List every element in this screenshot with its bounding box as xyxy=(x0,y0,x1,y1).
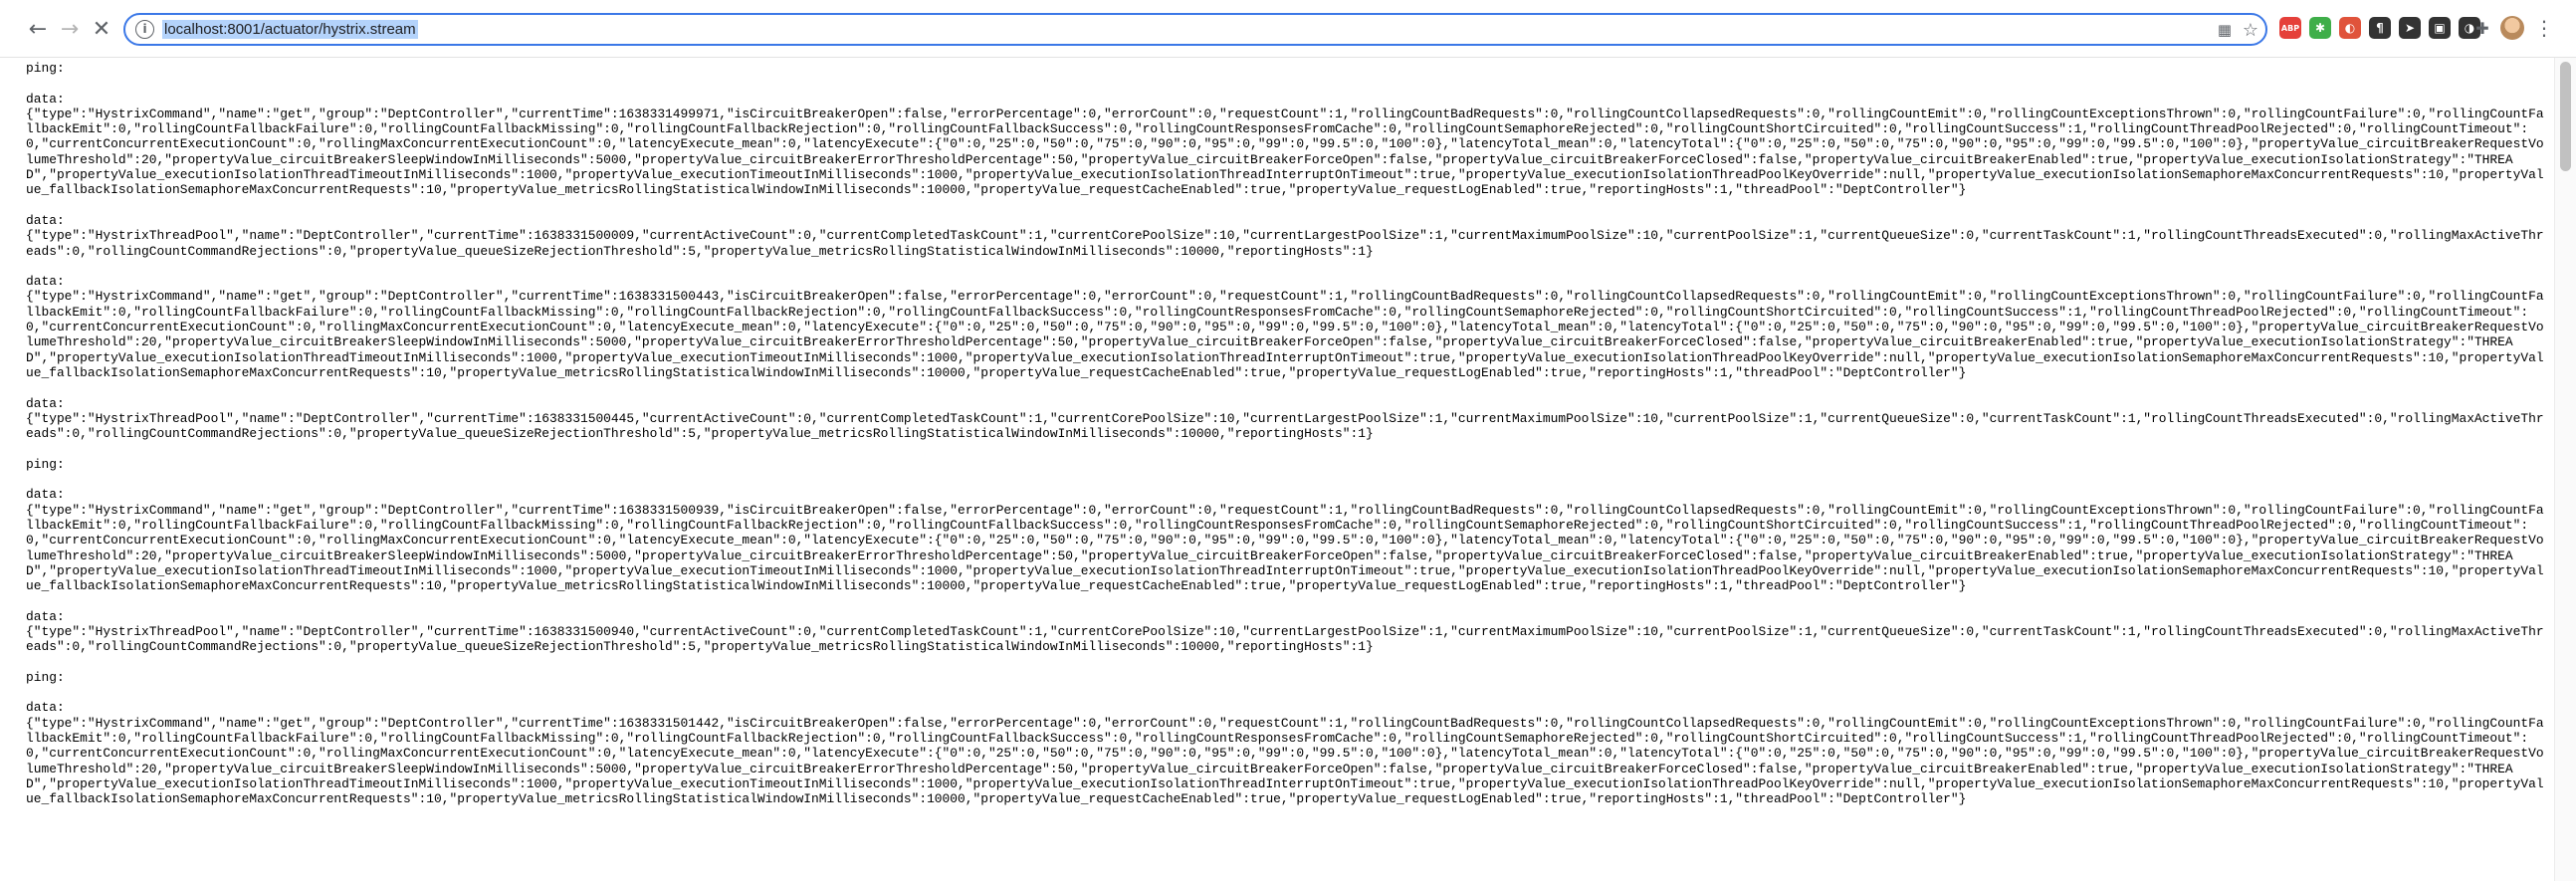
event-payload: {"type":"HystrixCommand","name":"get","g… xyxy=(26,106,2544,198)
event-payload: {"type":"HystrixCommand","name":"get","g… xyxy=(26,715,2544,807)
page-content: ping: data: {"type":"HystrixCommand","name… xyxy=(26,61,2544,857)
browser-toolbar: ← → ✕ i localhost:8001/actuator/hystrix.… xyxy=(0,0,2576,58)
data-label: data: xyxy=(26,700,65,716)
event-payload: {"type":"HystrixCommand","name":"get","g… xyxy=(26,502,2544,594)
adblock-extension-icon[interactable]: ABP xyxy=(2279,17,2301,39)
data-label: data: xyxy=(26,212,65,228)
back-button[interactable]: ← xyxy=(24,15,52,43)
site-info-icon[interactable]: i xyxy=(135,20,154,39)
send-extension-icon[interactable]: ➤ xyxy=(2399,17,2421,39)
puzzle-green-extension-icon[interactable]: ✱ xyxy=(2309,17,2331,39)
data-label: data: xyxy=(26,91,65,107)
bookmark-extension-icon[interactable]: ▣ xyxy=(2429,17,2451,39)
data-label: data: xyxy=(26,487,65,503)
data-label: data: xyxy=(26,274,65,290)
data-label: data: xyxy=(26,395,65,411)
event-stream: ping: data: {"type":"HystrixCommand","name… xyxy=(26,61,2544,822)
qr-code-icon[interactable]: ▦ xyxy=(2214,19,2236,41)
event-payload: {"type":"HystrixThreadPool","name":"Dept… xyxy=(26,228,2544,259)
forward-button[interactable]: → xyxy=(56,15,84,43)
scrollbar-thumb[interactable] xyxy=(2560,62,2571,171)
url-text[interactable]: localhost:8001/actuator/hystrix.stream xyxy=(162,20,418,39)
event-payload: {"type":"HystrixThreadPool","name":"Dept… xyxy=(26,410,2544,442)
stop-loading-button[interactable]: ✕ xyxy=(88,15,115,43)
vertical-scrollbar[interactable] xyxy=(2554,58,2576,881)
forward-arrow-icon: → xyxy=(60,16,80,42)
stop-icon: ✕ xyxy=(92,16,111,42)
data-label: data: xyxy=(26,608,65,624)
ping-line: ping: xyxy=(26,456,65,472)
profile-avatar[interactable] xyxy=(2500,16,2524,40)
event-payload: {"type":"HystrixCommand","name":"get","g… xyxy=(26,289,2544,380)
ping-line: ping: xyxy=(26,669,65,685)
extensions-puzzle-icon[interactable]: ✚ xyxy=(2471,17,2493,39)
color-picker-extension-icon[interactable]: ◐ xyxy=(2339,17,2361,39)
bookmark-star-icon[interactable]: ☆ xyxy=(2240,19,2261,41)
browser-menu-button[interactable]: ⋮ xyxy=(2534,16,2554,40)
paragraph-extension-icon[interactable]: ¶ xyxy=(2369,17,2391,39)
back-arrow-icon: ← xyxy=(28,16,48,42)
ping-line: ping: xyxy=(26,61,65,76)
address-bar[interactable]: i localhost:8001/actuator/hystrix.stream… xyxy=(123,13,2267,46)
event-payload: {"type":"HystrixThreadPool","name":"Dept… xyxy=(26,623,2544,655)
